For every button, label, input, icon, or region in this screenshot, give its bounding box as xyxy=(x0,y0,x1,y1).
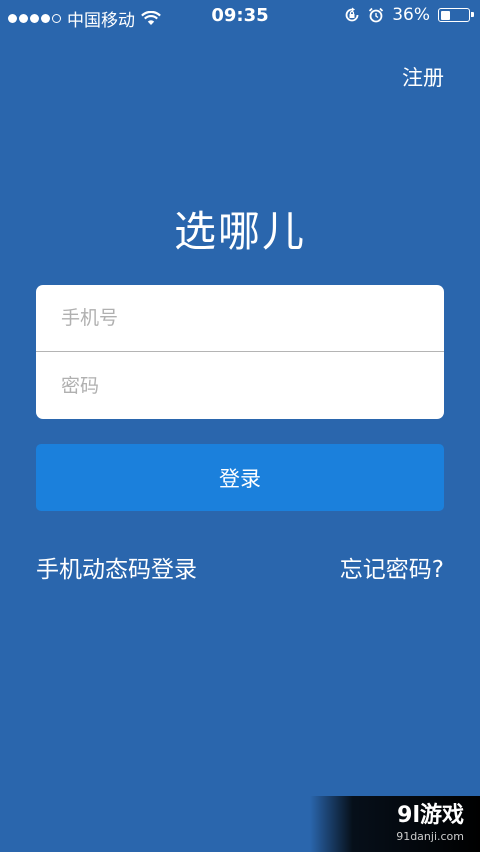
status-bar: 中国移动 09:35 36% xyxy=(0,0,480,32)
login-button[interactable]: 登录 xyxy=(36,444,444,511)
watermark-domain: 91danji.com xyxy=(396,830,464,843)
app-title: 选哪儿 xyxy=(173,207,306,256)
forgot-password-link[interactable]: 忘记密码? xyxy=(340,550,444,584)
password-input[interactable] xyxy=(59,373,444,398)
battery-tip xyxy=(471,12,474,17)
battery-icon xyxy=(438,8,474,22)
watermark: 9l游戏 91danji.com xyxy=(310,796,480,852)
phone-field[interactable] xyxy=(36,285,444,352)
phone-input[interactable] xyxy=(59,306,444,330)
watermark-logo: 9l游戏 xyxy=(397,803,464,828)
login-form xyxy=(36,285,444,419)
battery-percent: 36% xyxy=(392,5,430,25)
password-field[interactable] xyxy=(36,352,444,419)
rotation-lock-icon xyxy=(345,7,359,22)
alarm-icon xyxy=(369,7,384,23)
battery-level xyxy=(440,10,451,20)
register-link[interactable]: 注册 xyxy=(402,62,444,92)
status-right: 36% xyxy=(344,5,474,25)
sms-login-link[interactable]: 手机动态码登录 xyxy=(36,550,197,584)
